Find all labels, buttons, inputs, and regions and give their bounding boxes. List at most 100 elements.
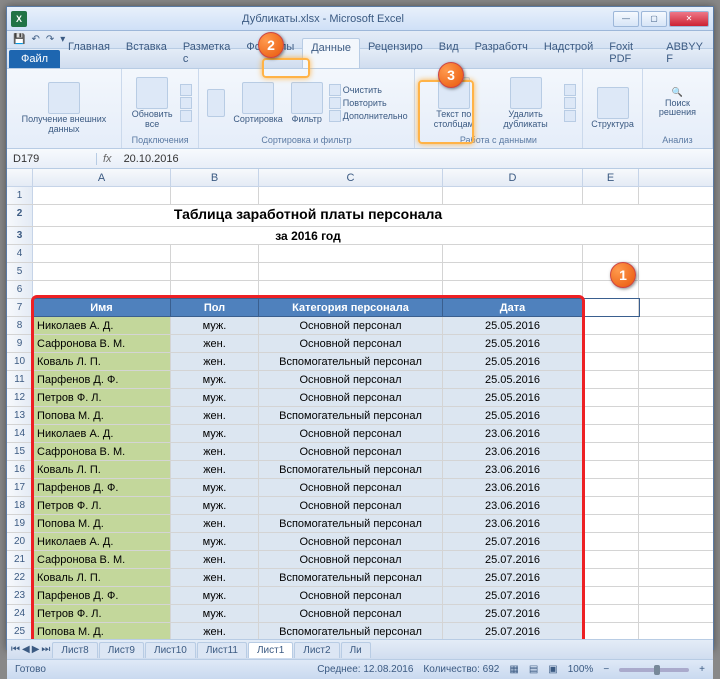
sheet-tab[interactable]: Лист10 (145, 642, 196, 658)
solver-button[interactable]: 🔍Поиск решения (649, 86, 706, 121)
cell[interactable]: жен. (171, 551, 259, 568)
cell[interactable]: Вспомогательный персонал (259, 461, 443, 478)
cell[interactable]: Основной персонал (259, 551, 443, 568)
qat-undo-icon[interactable]: ↶ (31, 34, 39, 45)
cell[interactable] (583, 569, 639, 586)
close-button[interactable]: ✕ (669, 11, 709, 27)
cell[interactable]: Основной персонал (259, 425, 443, 442)
ribbon-tab[interactable]: Главная (60, 38, 118, 68)
cell[interactable]: Парфенов Д. Ф. (33, 587, 171, 604)
cell[interactable]: муж. (171, 389, 259, 406)
cell[interactable]: Сафронова В. М. (33, 335, 171, 352)
cell[interactable] (583, 371, 639, 388)
cell[interactable]: Коваль Л. П. (33, 353, 171, 370)
cell[interactable]: Петров Ф. Л. (33, 497, 171, 514)
zoom-level[interactable]: 100% (568, 664, 594, 675)
cell[interactable]: муж. (171, 587, 259, 604)
cell[interactable]: Основной персонал (259, 389, 443, 406)
sort-button[interactable]: Сортировка (231, 80, 284, 127)
cell[interactable]: Петров Ф. Л. (33, 605, 171, 622)
col-header[interactable]: D (443, 169, 583, 186)
cell[interactable]: жен. (171, 569, 259, 586)
cell[interactable]: 25.07.2016 (443, 587, 583, 604)
sheet-tab[interactable]: Лист9 (99, 642, 144, 658)
zoom-out-button[interactable]: − (603, 664, 609, 675)
ribbon-tab[interactable]: Данные (302, 38, 360, 68)
view-break-icon[interactable]: ▣ (548, 664, 557, 675)
cell[interactable]: Основной персонал (259, 533, 443, 550)
cell[interactable]: Вспомогательный персонал (259, 569, 443, 586)
cell[interactable] (583, 497, 639, 514)
cell[interactable]: 23.06.2016 (443, 425, 583, 442)
cell[interactable]: Основной персонал (259, 479, 443, 496)
cell[interactable]: Попова М. Д. (33, 407, 171, 424)
cell[interactable] (583, 353, 639, 370)
ribbon-tab[interactable]: Разметка с (175, 38, 239, 68)
cell[interactable]: Основной персонал (259, 497, 443, 514)
cell[interactable]: Попова М. Д. (33, 623, 171, 639)
cell[interactable]: муж. (171, 497, 259, 514)
sheet-tab[interactable]: Лист8 (52, 642, 97, 658)
cell[interactable] (583, 623, 639, 639)
cell[interactable]: Основной персонал (259, 605, 443, 622)
cell[interactable] (583, 605, 639, 622)
ribbon-tab[interactable]: ABBYY F (658, 38, 713, 68)
cell[interactable]: Парфенов Д. Ф. (33, 371, 171, 388)
sheet-nav-next-icon[interactable]: ▶ (32, 644, 40, 655)
sheet-tab[interactable]: Лист1 (248, 642, 293, 658)
ribbon-tab[interactable]: Foxit PDF (601, 38, 658, 68)
file-tab[interactable]: Файл (9, 50, 60, 68)
cell[interactable]: Коваль Л. П. (33, 461, 171, 478)
cell[interactable]: 23.06.2016 (443, 479, 583, 496)
cell[interactable]: Попова М. Д. (33, 515, 171, 532)
qat-redo-icon[interactable]: ↷ (46, 34, 54, 45)
cell[interactable]: муж. (171, 317, 259, 334)
cell[interactable]: Петров Ф. Л. (33, 389, 171, 406)
sheet-tab[interactable]: Лист2 (294, 642, 339, 658)
cell[interactable]: 25.07.2016 (443, 569, 583, 586)
zoom-slider[interactable] (619, 668, 689, 672)
cell[interactable]: 25.07.2016 (443, 533, 583, 550)
cell[interactable]: 25.05.2016 (443, 353, 583, 370)
cell[interactable] (583, 479, 639, 496)
view-normal-icon[interactable]: ▦ (509, 664, 518, 675)
clear-filter-button[interactable]: Очистить (329, 84, 408, 96)
ribbon-tab[interactable]: Рецензиро (360, 38, 431, 68)
sheet-nav-last-icon[interactable]: ⏭ (41, 644, 50, 655)
cell[interactable] (583, 335, 639, 352)
worksheet-grid[interactable]: A B C D E 1 2Таблица заработной платы пе… (7, 169, 713, 639)
ribbon-tab[interactable]: Надстрой (536, 38, 601, 68)
cell[interactable]: 23.06.2016 (443, 461, 583, 478)
refresh-all-button[interactable]: Обновить все (128, 75, 176, 132)
advanced-filter-button[interactable]: Дополнительно (329, 110, 408, 122)
cell[interactable] (583, 317, 639, 334)
select-all-corner[interactable] (7, 169, 33, 186)
cell[interactable]: Коваль Л. П. (33, 569, 171, 586)
ribbon-tab[interactable]: Разработч (467, 38, 536, 68)
cell[interactable]: 23.06.2016 (443, 515, 583, 532)
cell[interactable]: Вспомогательный персонал (259, 515, 443, 532)
cell[interactable] (583, 587, 639, 604)
name-box[interactable]: D179 (7, 153, 97, 165)
formula-input[interactable]: 20.10.2016 (118, 153, 185, 165)
cell[interactable]: жен. (171, 623, 259, 639)
fx-icon[interactable]: fx (97, 153, 118, 165)
reapply-filter-button[interactable]: Повторить (329, 97, 408, 109)
outline-button[interactable]: Структура (589, 85, 636, 132)
cell[interactable]: жен. (171, 461, 259, 478)
cell[interactable] (583, 443, 639, 460)
cell[interactable]: Сафронова В. М. (33, 551, 171, 568)
maximize-button[interactable]: ▢ (641, 11, 667, 27)
remove-duplicates-button[interactable]: Удалить дубликаты (491, 75, 560, 132)
cell[interactable]: Основной персонал (259, 443, 443, 460)
cell[interactable] (583, 461, 639, 478)
col-header[interactable]: E (583, 169, 639, 186)
cell[interactable]: муж. (171, 425, 259, 442)
cell[interactable]: 23.06.2016 (443, 497, 583, 514)
cell[interactable] (583, 533, 639, 550)
cell[interactable]: Основной персонал (259, 317, 443, 334)
cell[interactable]: 25.07.2016 (443, 551, 583, 568)
external-data-button[interactable]: Получение внешних данных (13, 80, 115, 137)
cell[interactable]: Николаев А. Д. (33, 533, 171, 550)
cell[interactable]: 23.06.2016 (443, 443, 583, 460)
